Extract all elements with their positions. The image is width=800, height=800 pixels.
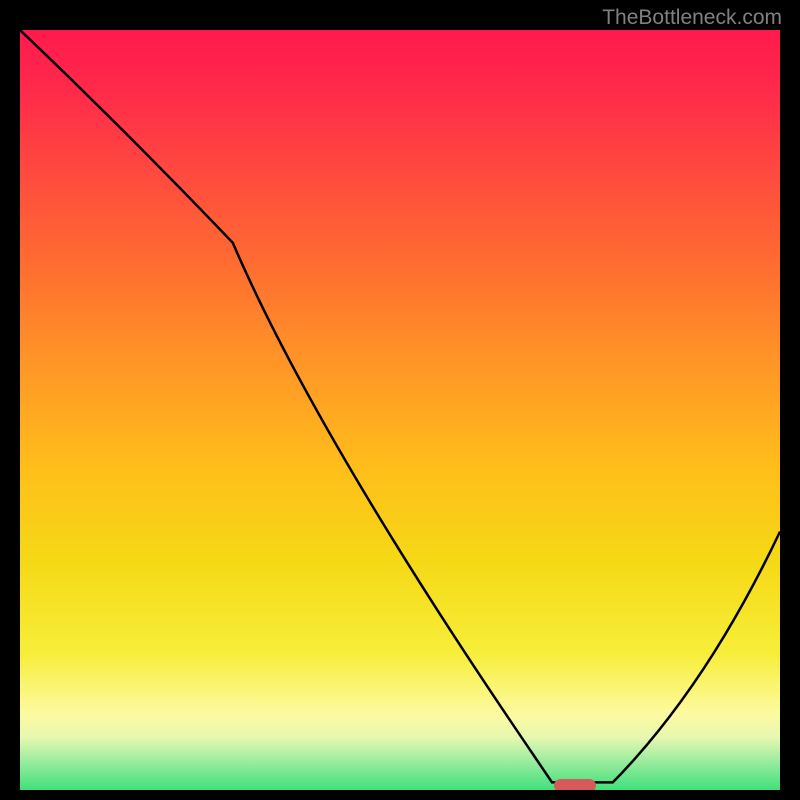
watermark-text: TheBottleneck.com [602, 6, 782, 30]
chart-plot-area [20, 30, 780, 790]
x-axis-line [20, 790, 780, 792]
y-axis-line [18, 30, 20, 792]
chart-curve [20, 30, 780, 790]
